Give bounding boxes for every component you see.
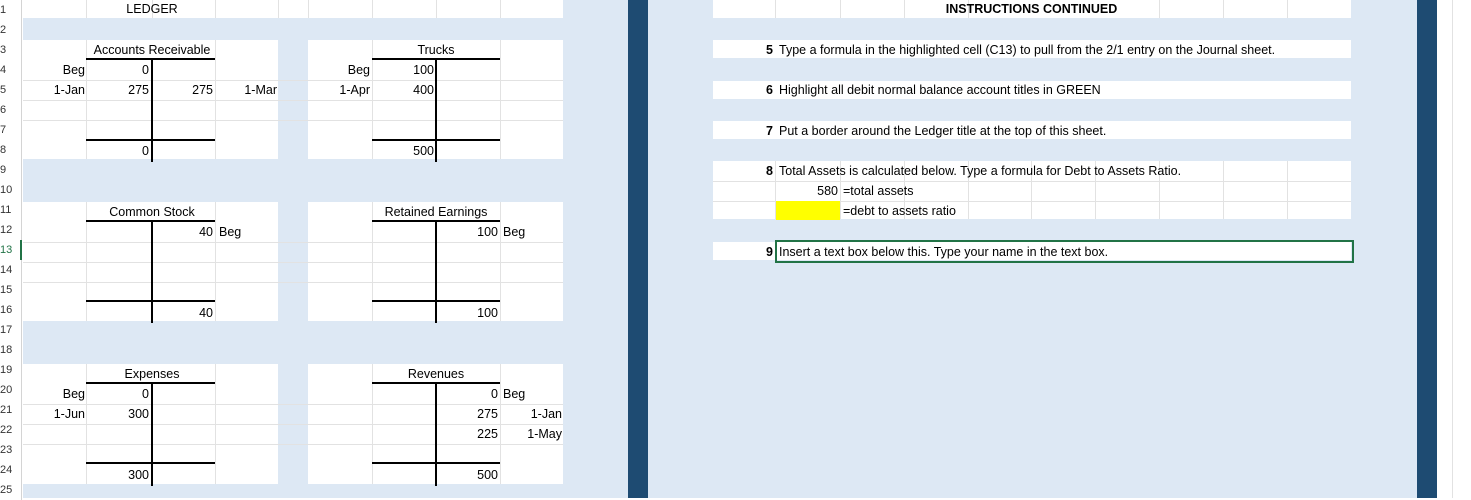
- t-account-center-line: [435, 58, 437, 162]
- row-header-1[interactable]: 1: [0, 0, 22, 20]
- trucks-row-label: Beg: [347, 63, 370, 77]
- spreadsheet-grid[interactable]: 1 2 3 4 5 6 7 8 9 10 11 12 13 14 15 16 1…: [0, 0, 1471, 500]
- t-account-total-line: [86, 462, 215, 464]
- row-header-2[interactable]: 2: [0, 20, 22, 40]
- row-header-16[interactable]: 16: [0, 300, 22, 320]
- exp-row-label: Beg: [62, 387, 85, 401]
- t-account-total-line: [372, 300, 500, 302]
- ar-credit-date: 1-Mar: [244, 83, 277, 97]
- instruction-text: Type a formula in the highlighted cell (…: [779, 43, 1276, 57]
- row-header-25[interactable]: 25: [0, 480, 22, 500]
- instruction-number: 8: [766, 164, 773, 178]
- t-account-total-line: [372, 462, 500, 464]
- instruction-text: Insert a text box below this. Type your …: [779, 245, 1109, 259]
- row-header-8[interactable]: 8: [0, 140, 22, 160]
- total-assets-value[interactable]: 580: [776, 181, 838, 201]
- re-balance: 100: [477, 306, 498, 320]
- instruction-text: Total Assets is calculated below. Type a…: [779, 164, 1182, 178]
- cs-credit-value: 40: [199, 225, 213, 239]
- instruction-text: Highlight all debit normal balance accou…: [779, 83, 1101, 97]
- row-header-13[interactable]: 13: [0, 240, 22, 260]
- ar-debit-value: 275: [128, 83, 149, 97]
- row-header-9[interactable]: 9: [0, 160, 22, 180]
- rev-credit-value: 275: [477, 407, 498, 421]
- right-grid-area: [1437, 0, 1471, 498]
- ledger-title: LEDGER: [126, 2, 178, 16]
- row-header-17[interactable]: 17: [0, 320, 22, 340]
- rev-credit-value: 225: [477, 427, 498, 441]
- trucks-balance: 500: [413, 144, 434, 158]
- ar-row-label: Beg: [62, 63, 85, 77]
- rev-credit-label: 1-May: [527, 427, 562, 441]
- cs-credit-label: Beg: [219, 225, 242, 239]
- debt-ratio-label: =debt to assets ratio: [843, 204, 956, 218]
- t-account-center-line: [151, 58, 153, 162]
- common-stock-title: Common Stock: [109, 205, 195, 219]
- rev-credit-label: 1-Jan: [530, 407, 562, 421]
- accounts-receivable-title: Accounts Receivable: [93, 43, 211, 57]
- row-header-23[interactable]: 23: [0, 440, 22, 460]
- debt-ratio-highlighted-cell[interactable]: [776, 201, 840, 220]
- instruction-number: 6: [766, 83, 773, 97]
- row-header-19[interactable]: 19: [0, 360, 22, 380]
- row-header-21[interactable]: 21: [0, 400, 22, 420]
- row-header-7[interactable]: 7: [0, 120, 22, 140]
- exp-balance: 300: [128, 468, 149, 482]
- retained-earnings-title: Retained Earnings: [384, 205, 488, 219]
- row-header-6[interactable]: 6: [0, 100, 22, 120]
- exp-row-label: 1-Jun: [53, 407, 85, 421]
- instruction-number: 7: [766, 124, 773, 138]
- left-navy-divider: [628, 0, 648, 498]
- trucks-debit-value: 400: [413, 83, 434, 97]
- instruction-number: 5: [766, 43, 773, 57]
- rev-balance: 500: [477, 468, 498, 482]
- row-header-14[interactable]: 14: [0, 260, 22, 280]
- right-navy-divider: [1417, 0, 1437, 498]
- re-credit-label: Beg: [503, 225, 526, 239]
- exp-debit-value: 0: [142, 387, 149, 401]
- row-header-24[interactable]: 24: [0, 460, 22, 480]
- trucks-title: Trucks: [417, 43, 455, 57]
- row-header-12[interactable]: 12: [0, 220, 22, 240]
- instruction-text: Put a border around the Ledger title at …: [779, 124, 1107, 138]
- total-assets-label: =total assets: [843, 184, 914, 198]
- row-header-18[interactable]: 18: [0, 340, 22, 360]
- rev-credit-label: Beg: [503, 387, 526, 401]
- row-header-11[interactable]: 11: [0, 200, 22, 220]
- row-header-5[interactable]: 5: [0, 80, 22, 100]
- exp-debit-value: 300: [128, 407, 149, 421]
- cs-balance: 40: [199, 306, 213, 320]
- instruction-number: 9: [766, 245, 773, 259]
- rev-credit-value: 0: [491, 387, 498, 401]
- re-credit-value: 100: [477, 225, 498, 239]
- instructions-title: INSTRUCTIONS CONTINUED: [945, 2, 1118, 16]
- ar-credit-value: 275: [192, 83, 213, 97]
- revenues-title: Revenues: [407, 367, 465, 381]
- row-header-4[interactable]: 4: [0, 60, 22, 80]
- t-account-total-line: [86, 300, 215, 302]
- ar-row-label: 1-Jan: [53, 83, 85, 97]
- row-header-22[interactable]: 22: [0, 420, 22, 440]
- row-header-20[interactable]: 20: [0, 380, 22, 400]
- expenses-title: Expenses: [124, 367, 180, 381]
- row-header-15[interactable]: 15: [0, 280, 22, 300]
- t-account-center-line: [151, 382, 153, 486]
- trucks-debit-value: 100: [413, 63, 434, 77]
- ar-balance: 0: [142, 144, 149, 158]
- trucks-row-label: 1-Apr: [339, 83, 370, 97]
- row-header-3[interactable]: 3: [0, 40, 22, 60]
- row-header-10[interactable]: 10: [0, 180, 22, 200]
- ar-debit-value: 0: [142, 63, 149, 77]
